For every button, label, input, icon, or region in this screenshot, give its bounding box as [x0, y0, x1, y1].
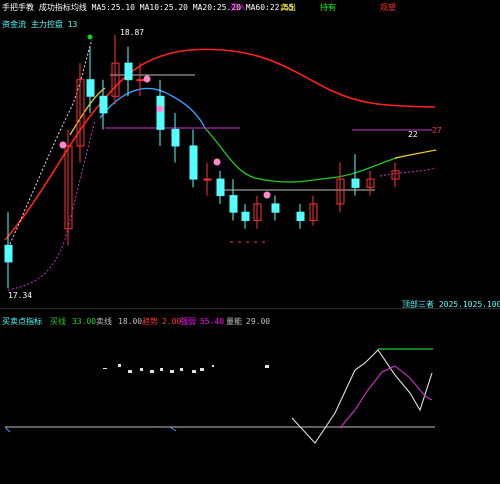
- indicator-dots: [103, 364, 269, 373]
- candle-body: [229, 195, 238, 213]
- candle-body: [351, 178, 360, 188]
- sell-marker: [59, 141, 67, 149]
- indicator-magenta-line: [339, 365, 433, 429]
- sell-marker: [156, 105, 164, 113]
- ma-green-line: [204, 127, 401, 183]
- top-three-label: 顶部三者 2025.1025.100: [402, 300, 500, 309]
- candle-body: [124, 62, 133, 81]
- ma-yellow-line: [69, 87, 437, 159]
- candles: [4, 34, 400, 289]
- sell-marker: [143, 75, 151, 83]
- ma-red-line: [4, 48, 436, 241]
- support-resistance-lines: [105, 74, 432, 243]
- indicator-white-line: [291, 349, 433, 444]
- small-blue-tick: [4, 426, 177, 433]
- sell-marker: [213, 158, 221, 166]
- candle-body: [171, 128, 180, 147]
- price-chart[interactable]: [0, 0, 500, 300]
- candle-body: [216, 178, 225, 197]
- candle-body: [4, 244, 13, 263]
- candle-body: [136, 79, 145, 82]
- candle-body: [241, 211, 250, 221]
- candle-body: [189, 145, 198, 180]
- buy-marker: [87, 34, 93, 40]
- candle-body: [296, 211, 305, 221]
- candle-body: [271, 203, 280, 213]
- ma-blue-line: [99, 87, 206, 129]
- sell-marker: [263, 191, 271, 199]
- indicator-chart[interactable]: [0, 310, 500, 484]
- signal-markers: [59, 34, 271, 199]
- candle-body: [156, 95, 165, 130]
- candle-body: [203, 178, 212, 181]
- candle-body: [99, 95, 108, 114]
- moving-averages: [4, 39, 437, 291]
- candle-body: [86, 79, 95, 97]
